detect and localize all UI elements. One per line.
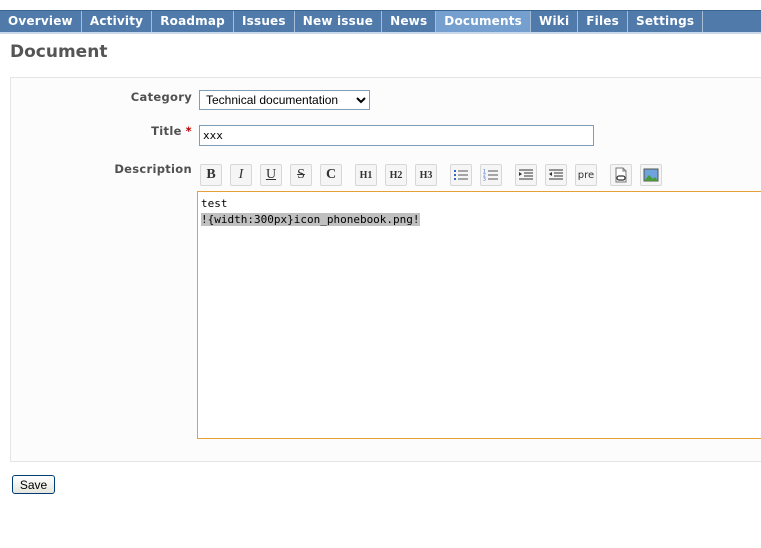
tab-files[interactable]: Files: [578, 11, 628, 32]
page-title: Document: [10, 42, 108, 62]
underline-glyph: U: [265, 167, 277, 182]
image-svg: [643, 168, 659, 182]
h2-glyph: H2: [389, 169, 403, 181]
h3-glyph: H3: [419, 169, 433, 181]
strike-glyph: S: [297, 167, 305, 182]
quote-svg: [519, 169, 533, 180]
heading2-icon[interactable]: H2: [385, 164, 407, 186]
ordered-list-icon[interactable]: 1 2 3: [480, 164, 502, 186]
editor-line-1: test: [201, 197, 228, 210]
h1-glyph: H1: [359, 169, 373, 181]
required-mark: *: [185, 124, 192, 138]
editor-line-2: !{width:300px}icon_phonebook.png!: [201, 212, 761, 228]
quote-icon[interactable]: [515, 164, 537, 186]
description-editor[interactable]: test !{width:300px}icon_phonebook.png!: [197, 191, 761, 439]
unquote-svg: [549, 169, 563, 180]
italic-glyph: I: [238, 167, 244, 182]
code-glyph: C: [325, 167, 337, 182]
unquote-icon[interactable]: [545, 164, 567, 186]
header-divider: [0, 32, 761, 34]
strikethrough-icon[interactable]: S: [290, 164, 312, 186]
wiki-link-icon[interactable]: [610, 164, 632, 186]
save-button[interactable]: Save: [12, 475, 55, 494]
title-input[interactable]: [199, 125, 594, 146]
title-label-text: Title: [151, 124, 182, 138]
selected-text: !{width:300px}icon_phonebook.png!: [201, 213, 420, 226]
description-label: Description: [114, 162, 192, 176]
tab-settings[interactable]: Settings: [628, 11, 704, 32]
preformatted-icon[interactable]: pre: [575, 164, 597, 186]
heading1-icon[interactable]: H1: [355, 164, 377, 186]
category-label: Category: [130, 90, 192, 104]
svg-text:3: 3: [483, 177, 486, 183]
tab-wiki[interactable]: Wiki: [531, 11, 579, 32]
wiki-link-svg: [615, 167, 627, 183]
editor-toolbar: B I U S C H1 H2 H3 1 2 3 pre: [200, 164, 680, 188]
inline-code-icon[interactable]: C: [320, 164, 342, 186]
ordered-list-svg: 1 2 3: [483, 169, 498, 183]
tab-documents[interactable]: Documents: [436, 11, 532, 32]
tab-activity[interactable]: Activity: [82, 11, 153, 32]
category-label-wrap: Category: [10, 90, 192, 106]
category-select[interactable]: Technical documentation: [199, 90, 370, 110]
tab-issues[interactable]: Issues: [234, 11, 295, 32]
underline-icon[interactable]: U: [260, 164, 282, 186]
bold-glyph: B: [206, 167, 216, 182]
italic-icon[interactable]: I: [230, 164, 252, 186]
heading3-icon[interactable]: H3: [415, 164, 437, 186]
unordered-list-svg: [454, 170, 468, 180]
bold-icon[interactable]: B: [200, 164, 222, 186]
pre-glyph: pre: [577, 169, 595, 181]
tab-news[interactable]: News: [382, 11, 437, 32]
top-band: [0, 0, 761, 10]
title-label: Title *: [151, 124, 192, 138]
title-label-wrap: Title *: [10, 124, 192, 140]
unordered-list-icon[interactable]: [450, 164, 472, 186]
image-icon[interactable]: [640, 164, 662, 186]
description-label-wrap: Description: [10, 162, 192, 178]
tab-overview[interactable]: Overview: [0, 11, 82, 32]
tab-roadmap[interactable]: Roadmap: [152, 11, 234, 32]
tab-new-issue[interactable]: New issue: [295, 11, 383, 32]
main-menu-tabs: Overview Activity Roadmap Issues New iss…: [0, 10, 761, 32]
